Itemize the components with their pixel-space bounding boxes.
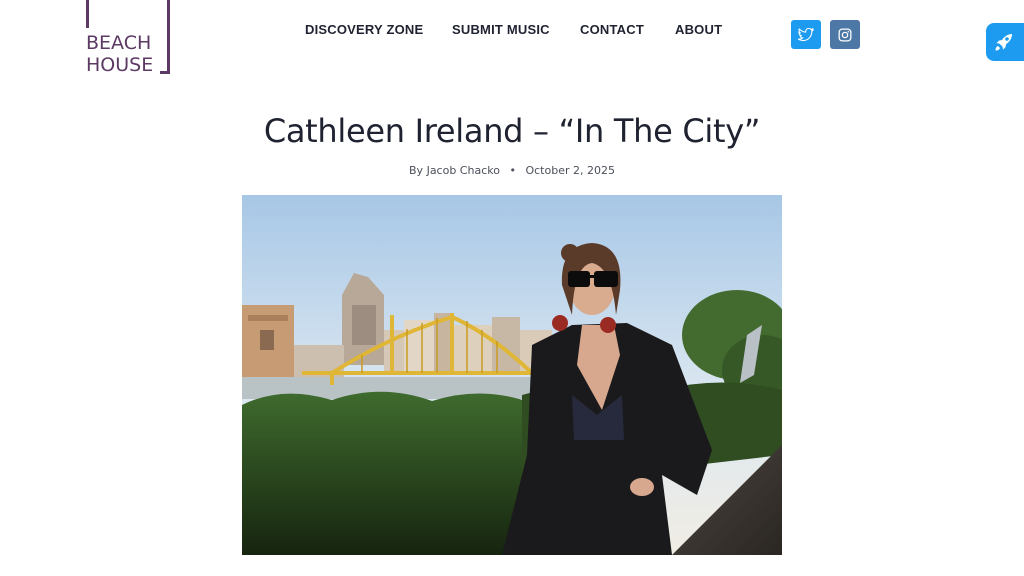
logo-line-1: BEACH: [86, 32, 152, 54]
featured-image: [242, 195, 782, 555]
post-meta: By Jacob Chacko • October 2, 2025: [0, 164, 1024, 177]
nav-submit-music[interactable]: SUBMIT MUSIC: [452, 22, 550, 37]
instagram-icon: [838, 28, 852, 41]
post-title: Cathleen Ireland – “In The City”: [263, 112, 761, 150]
logo-line-2: HOUSE: [86, 54, 154, 76]
featured-photo: [242, 195, 782, 555]
nav-contact[interactable]: CONTACT: [580, 22, 644, 37]
post-author[interactable]: By Jacob Chacko: [409, 164, 500, 177]
meta-separator: •: [509, 164, 516, 177]
twitter-button[interactable]: [791, 20, 821, 49]
nav-about[interactable]: ABOUT: [675, 22, 722, 37]
rocket-icon: [995, 34, 1013, 51]
boost-button[interactable]: [986, 23, 1024, 61]
twitter-icon: [798, 27, 814, 41]
nav-discovery-zone[interactable]: DISCOVERY ZONE: [305, 22, 423, 37]
logo-bar: [86, 0, 89, 28]
logo-text: BEACH HOUSE: [86, 32, 153, 76]
logo-bar: [160, 71, 170, 74]
logo-bar: [167, 0, 170, 74]
post-date: October 2, 2025: [525, 164, 615, 177]
site-logo[interactable]: BEACH HOUSE: [86, 0, 172, 76]
instagram-button[interactable]: [830, 20, 860, 49]
